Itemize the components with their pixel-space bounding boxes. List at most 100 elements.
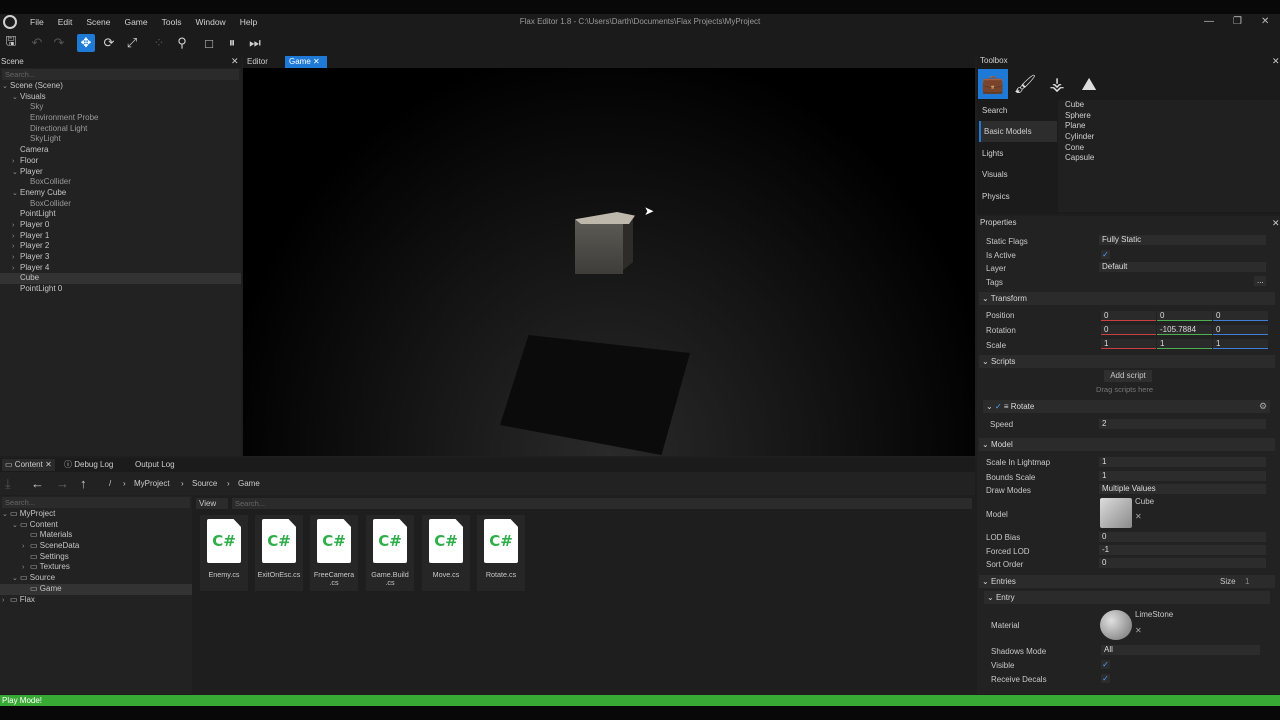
scene-tree-item[interactable]: ⌄ Enemy Cube — [0, 188, 241, 199]
material-thumbnail[interactable] — [1100, 610, 1132, 640]
toolbox-item[interactable]: Plane — [1058, 121, 1280, 132]
scene-search-input[interactable]: Search... — [2, 69, 239, 80]
static-flags-dropdown[interactable]: Fully Static — [1099, 235, 1266, 245]
bounds-scale-field[interactable]: 1 — [1099, 471, 1266, 481]
menu-file[interactable]: File — [23, 17, 51, 27]
transform-space-icon[interactable]: ⚲ — [173, 34, 191, 52]
material-asset-name[interactable]: LimeStone — [1135, 610, 1173, 619]
minimize-icon[interactable]: — — [1204, 16, 1214, 27]
content-tree-item[interactable]: ⌄ ▭ Content — [0, 520, 192, 531]
speed-field[interactable]: 2 — [1099, 419, 1266, 429]
position-x-field[interactable]: 0 — [1101, 311, 1156, 321]
view-dropdown[interactable]: View — [196, 498, 228, 509]
scale-in-lightmap-field[interactable]: 1 — [1099, 457, 1266, 467]
lod-bias-field[interactable]: 0 — [1099, 532, 1266, 542]
scene-tree-item[interactable]: PointLight 0 — [0, 284, 241, 295]
close-properties-icon[interactable]: ✕ — [1272, 218, 1280, 229]
content-tree-item[interactable]: ⌄ ▭ MyProject — [0, 509, 192, 520]
tab-output-log[interactable]: Output Log — [135, 459, 175, 471]
file-tile[interactable]: C# FreeCamera .cs — [310, 515, 358, 591]
breadcrumb-myproject[interactable]: MyProject — [134, 479, 170, 488]
scene-tree-item[interactable]: Directional Light — [0, 124, 241, 135]
clear-icon[interactable]: ✕ — [1135, 626, 1142, 635]
menu-game[interactable]: Game — [117, 17, 154, 27]
close-window-icon[interactable]: ✕ — [1261, 16, 1269, 27]
file-tile[interactable]: C# Enemy.cs — [200, 515, 248, 591]
content-tree-search-input[interactable]: Search... — [2, 497, 190, 508]
forced-lod-field[interactable]: -1 — [1099, 545, 1266, 555]
back-arrow-icon[interactable]: ← — [31, 476, 44, 491]
scene-tree-item[interactable]: › Player 1 — [0, 231, 241, 242]
entry-section-header[interactable]: ⌄ Entry — [984, 591, 1270, 604]
file-tile[interactable]: C# Rotate.cs — [477, 515, 525, 591]
forward-arrow-icon[interactable]: → — [56, 476, 69, 491]
close-tab-icon[interactable]: ✕ — [45, 460, 52, 469]
scripts-section-header[interactable]: ⌄ Scripts — [979, 355, 1275, 368]
scene-tree-item[interactable]: › Floor — [0, 156, 241, 167]
toolbox-category-lights[interactable]: Lights — [979, 143, 1057, 164]
file-tile[interactable]: C# Game.Build .cs — [366, 515, 414, 591]
scale-x-field[interactable]: 1 — [1101, 339, 1156, 349]
add-script-button[interactable]: Add script — [1104, 370, 1152, 382]
close-tab-icon[interactable]: ✕ — [313, 57, 320, 66]
scene-tree-item[interactable]: BoxCollider — [0, 177, 241, 188]
is-active-checkbox[interactable]: ✓ — [1101, 250, 1110, 259]
close-toolbox-icon[interactable]: ✕ — [1272, 56, 1280, 67]
save-icon[interactable]: 🖫 — [2, 33, 20, 52]
scene-tree-item[interactable]: PointLight — [0, 209, 241, 220]
undo-icon[interactable]: ↶ — [28, 34, 46, 52]
rotate-script-header[interactable]: ⌄ ✓ ≡ Rotate — [983, 400, 1270, 413]
scene-tree-item[interactable]: › Player 3 — [0, 252, 241, 263]
toolbox-item[interactable]: Cone — [1058, 143, 1280, 154]
menu-tools[interactable]: Tools — [155, 17, 189, 27]
import-icon[interactable]: ⤓ — [5, 476, 11, 492]
up-arrow-icon[interactable]: ↑ — [80, 476, 87, 491]
content-tree-item[interactable]: ▭ Materials — [0, 530, 192, 541]
toolbox-item[interactable]: Capsule — [1058, 153, 1280, 164]
tab-debug-log[interactable]: ⓘ Debug Log — [64, 459, 113, 471]
scene-tree-item[interactable]: ⌄ Player — [0, 167, 241, 178]
content-tree-item[interactable]: › ▭ Flax — [0, 595, 192, 606]
drag-handle-icon[interactable]: ≡ — [1004, 402, 1009, 411]
scene-tree-item[interactable]: › Player 0 — [0, 220, 241, 231]
receive-decals-checkbox[interactable]: ✓ — [1101, 674, 1110, 683]
shadows-mode-dropdown[interactable]: All — [1101, 645, 1260, 655]
content-tree-item[interactable]: › ▭ Textures — [0, 562, 192, 573]
toolbox-category-basic-models[interactable]: Basic Models — [979, 121, 1057, 142]
toolbox-briefcase-icon[interactable]: 💼 — [978, 69, 1008, 99]
content-tree-item[interactable]: › ▭ SceneData — [0, 541, 192, 552]
menu-scene[interactable]: Scene — [79, 17, 117, 27]
breadcrumb-source[interactable]: Source — [192, 479, 217, 488]
clear-icon[interactable]: ✕ — [1135, 512, 1142, 521]
file-tile[interactable]: C# Move.cs — [422, 515, 470, 591]
model-thumbnail[interactable] — [1100, 498, 1132, 528]
toolbox-category-visuals[interactable]: Visuals — [979, 164, 1057, 185]
stop-icon[interactable]: □ — [200, 34, 218, 52]
toolbox-category-physics[interactable]: Physics — [979, 186, 1057, 207]
scene-tree-item[interactable]: ⌄ Visuals — [0, 92, 241, 103]
entries-size-value[interactable]: 1 — [1245, 577, 1249, 586]
menu-help[interactable]: Help — [233, 17, 264, 27]
scene-tree-item[interactable]: › Player 2 — [0, 241, 241, 252]
scene-tree-item[interactable]: BoxCollider — [0, 199, 241, 210]
rotate-gizmo-icon[interactable]: ⟳ — [100, 34, 118, 52]
tags-button[interactable]: ... — [1254, 276, 1266, 286]
toolbox-foliage-icon[interactable]: ⚶ — [1042, 69, 1072, 99]
translate-gizmo-icon[interactable]: ✥ — [77, 34, 95, 52]
rotation-x-field[interactable]: 0 — [1101, 325, 1156, 335]
content-tree-item[interactable]: ▭ Game — [0, 583, 192, 595]
scene-tree-item[interactable]: Sky — [0, 102, 241, 113]
model-section-header[interactable]: ⌄ Model — [979, 438, 1275, 451]
scene-tree-item[interactable]: Camera — [0, 145, 241, 156]
chevron-right-icon[interactable]: › — [2, 596, 10, 607]
scene-tree-item[interactable]: › Player 4 — [0, 263, 241, 274]
toolbox-paint-icon[interactable]: 🖌 — [1010, 69, 1040, 99]
content-tree-item[interactable]: ▭ Settings — [0, 552, 192, 563]
breadcrumb-root[interactable]: / — [109, 479, 111, 488]
step-icon[interactable]: ⏭ — [246, 34, 264, 52]
rotation-y-field[interactable]: -105.7884 — [1157, 325, 1212, 335]
layer-dropdown[interactable]: Default — [1099, 262, 1266, 272]
scale-gizmo-icon[interactable]: ⤢ — [123, 34, 141, 52]
enable-checkbox-icon[interactable]: ✓ — [995, 402, 1002, 411]
toolbox-item[interactable]: Sphere — [1058, 111, 1280, 122]
